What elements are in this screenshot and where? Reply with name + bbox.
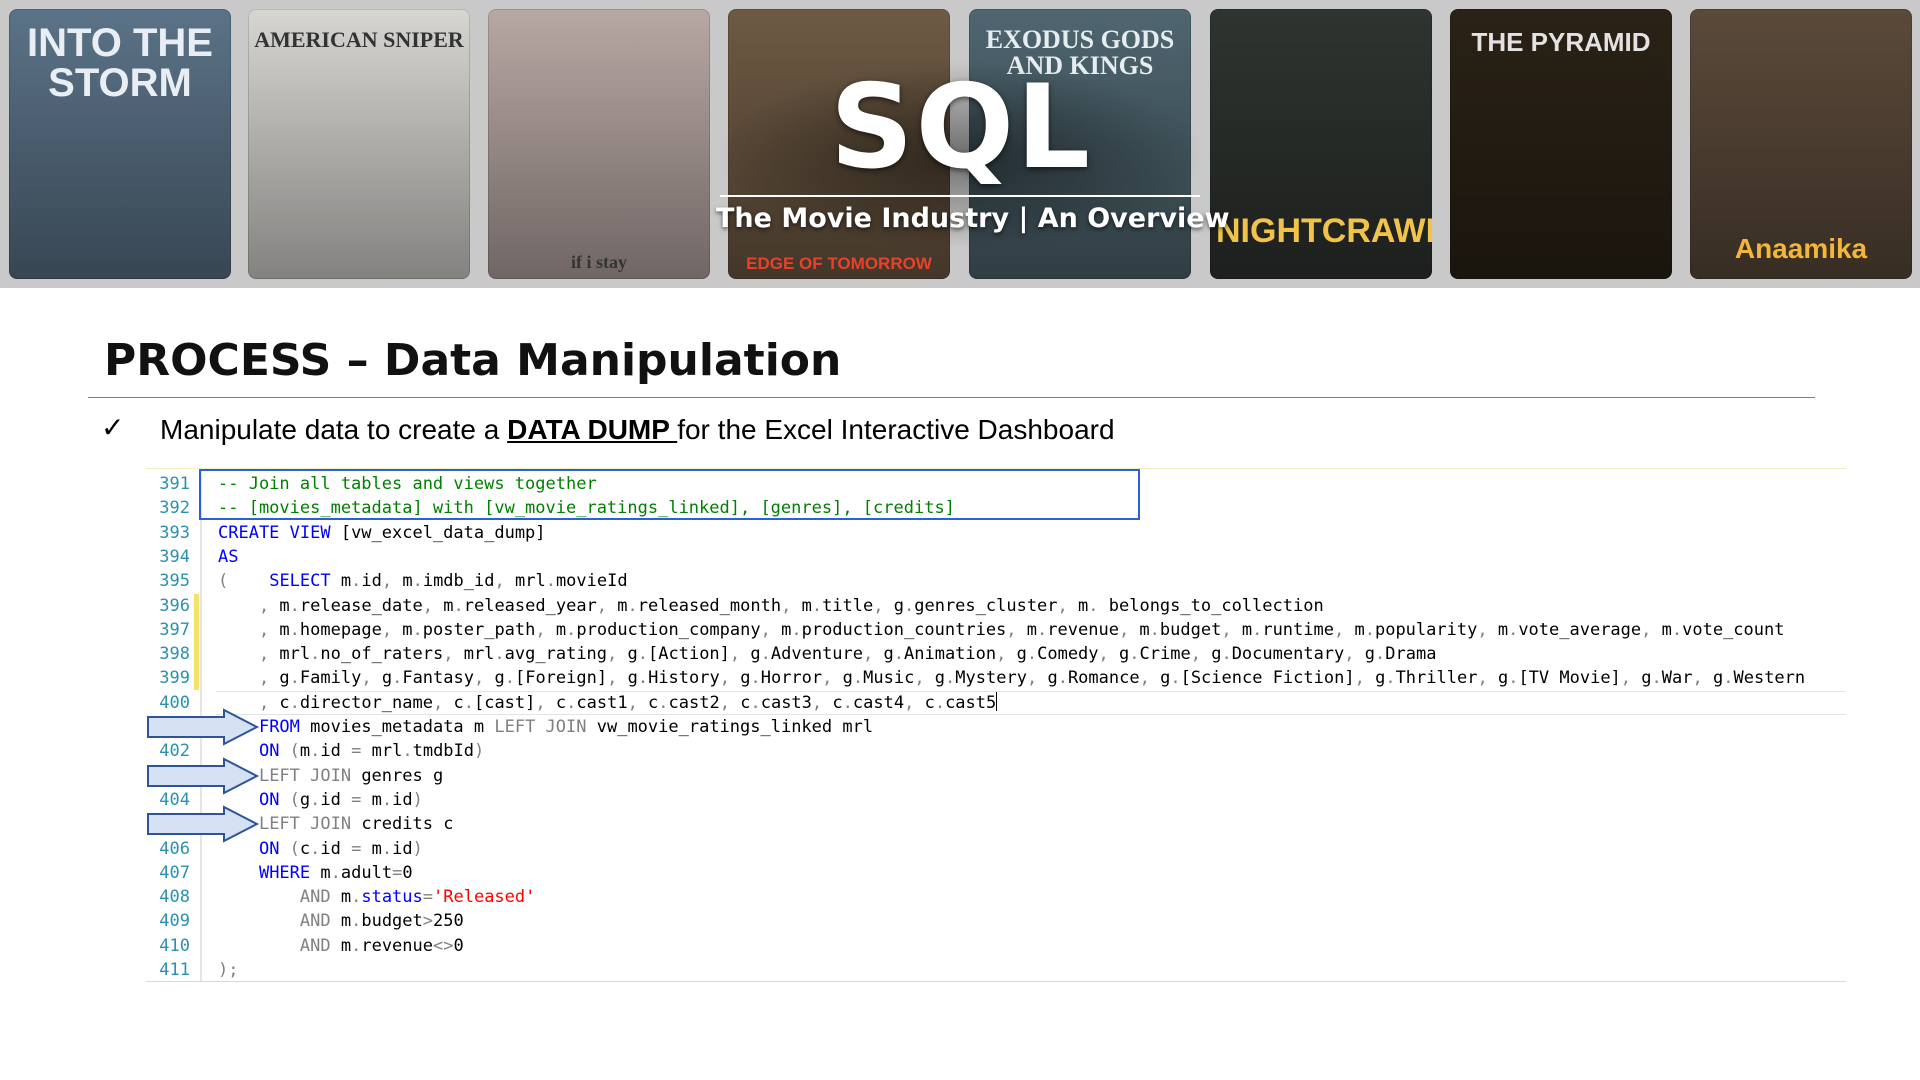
- line-number: 411: [159, 960, 190, 980]
- movie-poster: NIGHTCRAWLER: [1210, 9, 1432, 279]
- right-arrow-icon: [147, 756, 260, 795]
- right-arrow-icon: [147, 805, 260, 843]
- code-line[interactable]: 406 ON (c.id = m.id): [146, 837, 1846, 861]
- bullet-text: Manipulate data to create a DATA DUMP fo…: [160, 412, 1115, 448]
- movie-poster-title: INTO THE STORM: [27, 21, 213, 105]
- checkmark-icon: ✓: [101, 411, 125, 444]
- movie-poster: THE PYRAMID: [1450, 9, 1672, 279]
- code-line[interactable]: 410 AND m.revenue<>0: [146, 934, 1846, 958]
- code-line[interactable]: LEFT JOIN credits c: [146, 812, 1846, 836]
- movie-poster-banner: INTO THE STORM AMERICAN SNIPER if i stay ED…: [0, 0, 1920, 288]
- line-number: 396: [159, 595, 190, 616]
- code-line[interactable]: 395 ( SELECT m.id, m.imdb_id, mrl.movieId: [146, 569, 1846, 593]
- line-number: 410: [159, 935, 190, 956]
- code-line[interactable]: 400 , c.director_name, c.[cast], c.cast1…: [146, 690, 1846, 715]
- code-line[interactable]: 399 , g.Family, g.Fantasy, g.[Foreign], …: [146, 666, 1846, 691]
- movie-poster: INTO THE STORM: [9, 9, 231, 279]
- code-line[interactable]: 409 AND m.budget>250: [146, 909, 1846, 933]
- line-number: 399: [159, 668, 190, 689]
- right-arrow-icon: [147, 708, 260, 746]
- change-marker: [194, 642, 199, 667]
- code-text[interactable]: ( SELECT m.id, m.imdb_id, mrl.movieId: [218, 569, 628, 593]
- code-line[interactable]: 394 AS: [146, 545, 1846, 569]
- change-marker: [194, 617, 199, 642]
- line-number: 391: [159, 474, 190, 494]
- code-line[interactable]: LEFT JOIN genres g: [146, 764, 1846, 788]
- code-line[interactable]: 407 WHERE m.adult=0: [146, 861, 1846, 885]
- movie-poster-title: EDGE OF TOMORROW: [746, 254, 932, 273]
- movie-poster-title: THE PYRAMID: [1471, 27, 1651, 57]
- movie-poster-title: Anaamika: [1734, 233, 1868, 264]
- line-number: 397: [159, 619, 190, 640]
- bullet-text-emphasis: DATA DUMP: [507, 414, 678, 445]
- line-number: 392: [159, 498, 190, 519]
- code-text[interactable]: CREATE VIEW [vw_excel_data_dump]: [218, 521, 546, 545]
- code-line[interactable]: 393 CREATE VIEW [vw_excel_data_dump]: [146, 521, 1846, 545]
- banner-title: SQL: [829, 60, 1093, 195]
- comment-highlight-box: [199, 469, 1140, 520]
- editor-bottom-border: [146, 981, 1846, 982]
- code-line[interactable]: 397 , m.homepage, m.poster_path, m.produ…: [146, 617, 1846, 642]
- code-line[interactable]: 411);: [146, 958, 1846, 982]
- code-line[interactable]: 404 ON (g.id = m.id): [146, 788, 1846, 812]
- code-text[interactable]: , g.Family, g.Fantasy, g.[Foreign], g.Hi…: [218, 666, 1805, 690]
- code-text[interactable]: , mrl.no_of_raters, mrl.avg_rating, g.[A…: [218, 642, 1437, 666]
- movie-poster-title: if i stay: [571, 252, 627, 272]
- line-number: 393: [159, 522, 190, 543]
- movie-poster-title: NIGHTCRAWLER: [1216, 212, 1432, 250]
- code-text[interactable]: , m.release_date, m.released_year, m.rel…: [218, 594, 1324, 618]
- code-text[interactable]: WHERE m.adult=0: [218, 861, 413, 885]
- code-text[interactable]: , m.homepage, m.poster_path, m.productio…: [218, 618, 1785, 642]
- code-text[interactable]: AND m.revenue<>0: [218, 934, 464, 958]
- code-line[interactable]: 408 AND m.status='Released': [146, 885, 1846, 909]
- title-divider: [88, 397, 1815, 398]
- line-number: 409: [159, 911, 190, 932]
- movie-poster: AMERICAN SNIPER: [248, 9, 470, 279]
- code-line[interactable]: 396 , m.release_date, m.released_year, m…: [146, 593, 1846, 618]
- code-line[interactable]: FROM movies_metadata m LEFT JOIN vw_movi…: [146, 715, 1846, 739]
- movie-poster-title: AMERICAN SNIPER: [254, 27, 464, 52]
- code-line[interactable]: 398 , mrl.no_of_raters, mrl.avg_rating, …: [146, 642, 1846, 667]
- line-number: 407: [159, 862, 190, 883]
- code-text[interactable]: AS: [218, 545, 238, 569]
- code-text[interactable]: FROM movies_metadata m LEFT JOIN vw_movi…: [218, 715, 873, 739]
- change-marker: [194, 666, 199, 691]
- line-number: 395: [159, 571, 190, 592]
- line-number: 398: [159, 644, 190, 665]
- movie-poster: if i stay: [488, 9, 710, 279]
- line-number: 394: [159, 546, 190, 567]
- line-number: 408: [159, 887, 190, 908]
- bullet-text-post: for the Excel Interactive Dashboard: [677, 414, 1115, 445]
- code-text[interactable]: );: [218, 958, 239, 982]
- code-text[interactable]: , c.director_name, c.[cast], c.cast1, c.…: [218, 691, 998, 715]
- banner-subtitle: The Movie Industry | An Overview: [716, 203, 1230, 234]
- change-marker: [194, 593, 199, 618]
- banner-divider: [720, 195, 1200, 197]
- sql-code-editor[interactable]: 391 -- Join all tables and views together…: [146, 468, 1846, 982]
- page-title: PROCESS – Data Manipulation: [104, 335, 842, 386]
- text-caret: [996, 691, 998, 711]
- code-text[interactable]: AND m.status='Released': [218, 885, 535, 909]
- code-line[interactable]: 402 ON (m.id = mrl.tmdbId): [146, 739, 1846, 763]
- code-text[interactable]: AND m.budget>250: [218, 909, 464, 933]
- movie-poster: Anaamika: [1690, 9, 1912, 279]
- bullet-text-pre: Manipulate data to create a: [160, 414, 508, 445]
